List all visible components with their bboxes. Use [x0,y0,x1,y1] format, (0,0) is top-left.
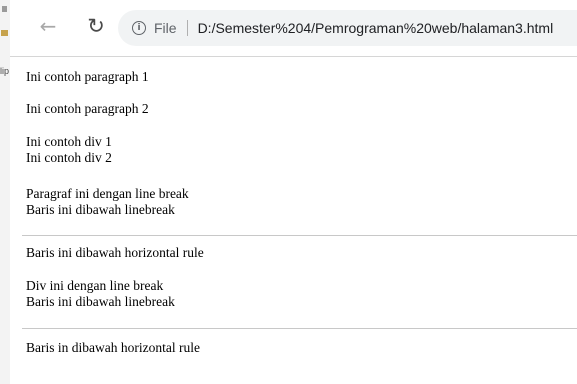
div-1: Ini contoh div 1 [26,134,112,149]
paragraph-2: Ini contoh paragraph 2 [26,101,149,116]
text-after-hr-1: Baris ini dibawah horizontal rule [26,245,204,260]
info-icon[interactable]: i [132,21,146,35]
browser-toolbar: ← ↻ i File D:/Semester%204/Pemrograman%2… [10,0,577,57]
reload-icon[interactable]: ↻ [84,14,108,38]
desktop-icon [1,30,8,36]
paragraph-line-break-1: Paragraf ini dengan line break [26,186,189,201]
div-2: Ini contoh div 2 [26,150,112,165]
horizontal-rule-2 [22,328,577,329]
paragraph-1: Ini contoh paragraph 1 [26,69,149,84]
div-line-break-2: Baris ini dibawah linebreak [26,294,175,309]
url-text[interactable]: D:/Semester%204/Pemrograman%20web/halama… [198,20,554,36]
address-bar[interactable]: i File D:/Semester%204/Pemrograman%20web… [118,10,577,46]
div-line-break-1: Div ini dengan line break [26,278,164,293]
address-divider [186,20,188,36]
horizontal-rule-1 [22,235,577,236]
text-after-hr-2: Baris in dibawah horizontal rule [26,340,200,355]
security-label[interactable]: File [154,20,177,36]
desktop-label: lip [0,66,10,76]
back-arrow-icon[interactable]: ← [36,14,60,38]
desktop-edge: lip [0,0,10,384]
desktop-icon [2,6,7,12]
paragraph-line-break-2: Baris ini dibawah linebreak [26,202,175,217]
